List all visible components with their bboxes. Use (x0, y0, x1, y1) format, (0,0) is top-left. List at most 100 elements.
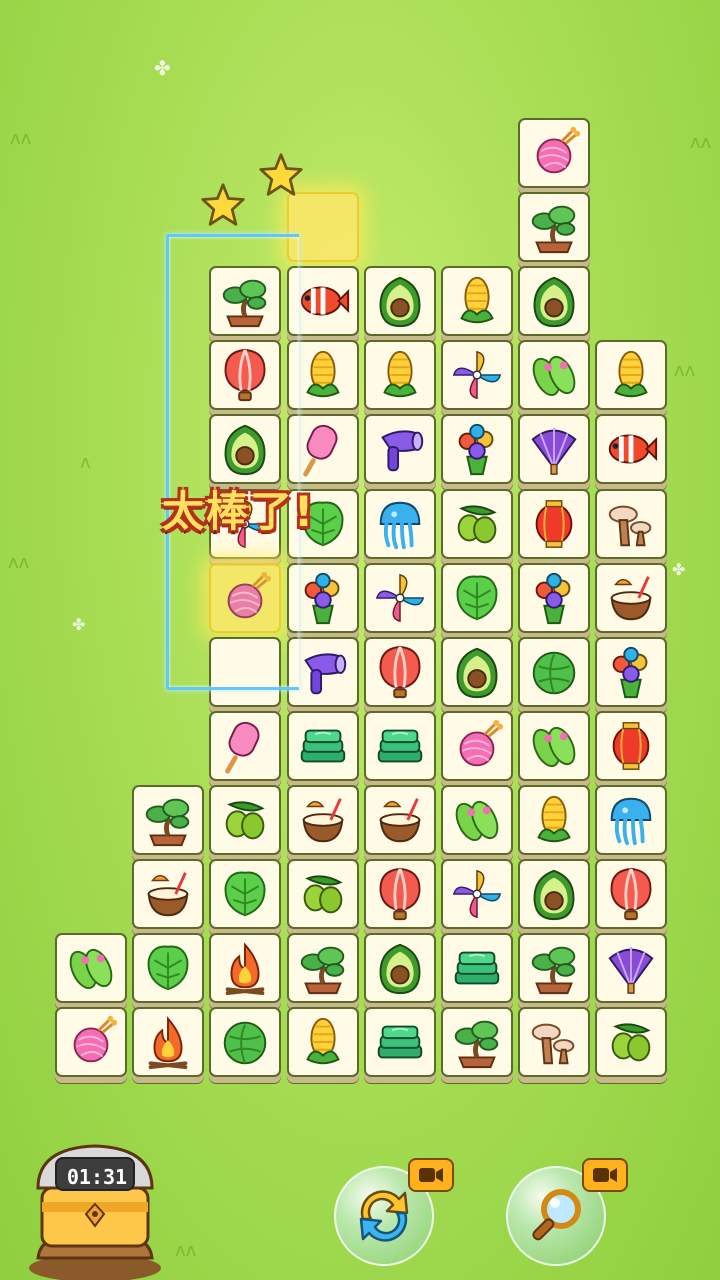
tile-yarn[interactable] (55, 1007, 127, 1078)
tile-board (0, 0, 720, 1280)
tile-fan[interactable] (595, 933, 668, 1004)
tile-lantern[interactable] (518, 488, 591, 559)
tile-coconut[interactable] (363, 784, 436, 855)
cabbage-icon (224, 1021, 267, 1065)
tile-jellyfish[interactable] (595, 784, 668, 855)
tile-yarn[interactable] (518, 118, 591, 188)
tile-avocado[interactable] (518, 859, 591, 929)
avocado-icon (379, 943, 421, 995)
magnifier-icon (532, 1189, 581, 1241)
tile-bonsai[interactable] (132, 784, 205, 855)
olives-icon (457, 504, 497, 543)
tile-cabbage[interactable] (209, 1007, 282, 1078)
tile-mushroom[interactable] (595, 488, 668, 559)
corn-icon (305, 351, 340, 398)
tile-avocado[interactable] (363, 266, 436, 337)
tile-bonsai[interactable] (518, 933, 591, 1004)
tile-bouquet[interactable] (441, 414, 513, 485)
bouquet-icon (535, 572, 571, 624)
tile-campfire[interactable] (209, 933, 282, 1004)
tile-campfire[interactable] (132, 1007, 205, 1078)
tile-bouquet[interactable] (518, 562, 591, 633)
campfire-icon (226, 942, 265, 996)
tile-flipflops[interactable] (441, 784, 513, 855)
tile-pinwheel[interactable] (363, 562, 436, 633)
tile-towels[interactable] (286, 710, 359, 781)
clownfish-icon (300, 286, 349, 316)
yarn-icon (459, 719, 504, 767)
balloon-icon (379, 645, 421, 698)
tile-flipflops[interactable] (55, 933, 127, 1004)
tile-avocado[interactable] (363, 933, 436, 1004)
tile-yarn[interactable] (441, 710, 513, 781)
towels-icon (300, 729, 345, 763)
olives-icon (303, 875, 343, 914)
tile-olives[interactable] (286, 859, 359, 929)
tile-pinwheel[interactable] (441, 340, 513, 411)
tile-avocado[interactable] (441, 636, 513, 707)
treasure-chest-icon[interactable] (20, 1140, 170, 1280)
tile-avocado[interactable] (518, 266, 591, 337)
towels-icon (454, 951, 500, 985)
avocado-icon (456, 647, 498, 698)
tile-bonsai[interactable] (518, 192, 591, 263)
pinwheel-icon (375, 573, 424, 622)
campfire-icon (148, 1016, 188, 1070)
tile-towels[interactable] (363, 1007, 436, 1078)
coconut-icon (302, 798, 343, 843)
tile-monstera[interactable] (209, 859, 282, 929)
tile-corn[interactable] (595, 340, 668, 411)
coconut-icon (379, 798, 421, 843)
fan-icon (531, 428, 577, 476)
tile-jellyfish[interactable] (363, 488, 436, 559)
tile-mushroom[interactable] (518, 1007, 591, 1078)
mushroom-icon (609, 505, 652, 546)
avocado-icon (533, 869, 575, 921)
tile-coconut[interactable] (595, 562, 668, 633)
tile-flipflops[interactable] (518, 340, 591, 411)
tile-olives[interactable] (209, 784, 282, 855)
tile-corn[interactable] (518, 784, 591, 855)
flipflops-icon (532, 356, 576, 397)
hint-ad-badge (582, 1158, 628, 1192)
tile-pinwheel[interactable] (441, 859, 513, 929)
shuffle-ad-badge (408, 1158, 454, 1192)
tile-corn[interactable] (363, 340, 436, 411)
tile-coconut[interactable] (286, 784, 359, 855)
olives-icon (612, 1023, 651, 1062)
tile-balloon[interactable] (595, 859, 668, 929)
tile-corn[interactable] (441, 266, 513, 337)
tile-bonsai[interactable] (286, 933, 359, 1004)
pinwheel-icon (452, 869, 502, 919)
tile-fan[interactable] (518, 414, 591, 485)
coconut-icon (610, 575, 652, 620)
tile-bonsai[interactable] (441, 1007, 513, 1078)
tile-coconut[interactable] (132, 859, 205, 929)
tile-corn[interactable] (286, 1007, 359, 1078)
tile-lantern[interactable] (595, 710, 668, 781)
yarn-icon (73, 1016, 118, 1063)
corn-icon (614, 351, 649, 398)
tile-monstera[interactable] (132, 933, 205, 1004)
tile-monstera[interactable] (441, 562, 513, 633)
tile-balloon[interactable] (363, 636, 436, 707)
lantern-icon (613, 721, 650, 770)
hairdryer-icon (381, 430, 423, 472)
tile-olives[interactable] (595, 1007, 668, 1078)
olives-icon (226, 801, 265, 840)
tile-olives[interactable] (441, 488, 513, 559)
corn-icon (305, 1018, 340, 1065)
tile-bouquet[interactable] (595, 636, 668, 707)
tile-popsicle[interactable] (209, 710, 282, 781)
tile-towels[interactable] (441, 933, 513, 1004)
tile-hairdryer[interactable] (363, 414, 436, 485)
tile-towels[interactable] (363, 710, 436, 781)
bonsai-icon (531, 946, 576, 995)
tile-balloon[interactable] (363, 859, 436, 929)
tile-cabbage[interactable] (518, 636, 591, 707)
yarn-icon (536, 126, 581, 174)
tile-flipflops[interactable] (518, 710, 591, 781)
tile-clownfish[interactable] (595, 414, 668, 485)
monstera-icon (224, 871, 266, 917)
star-icon (201, 183, 245, 226)
